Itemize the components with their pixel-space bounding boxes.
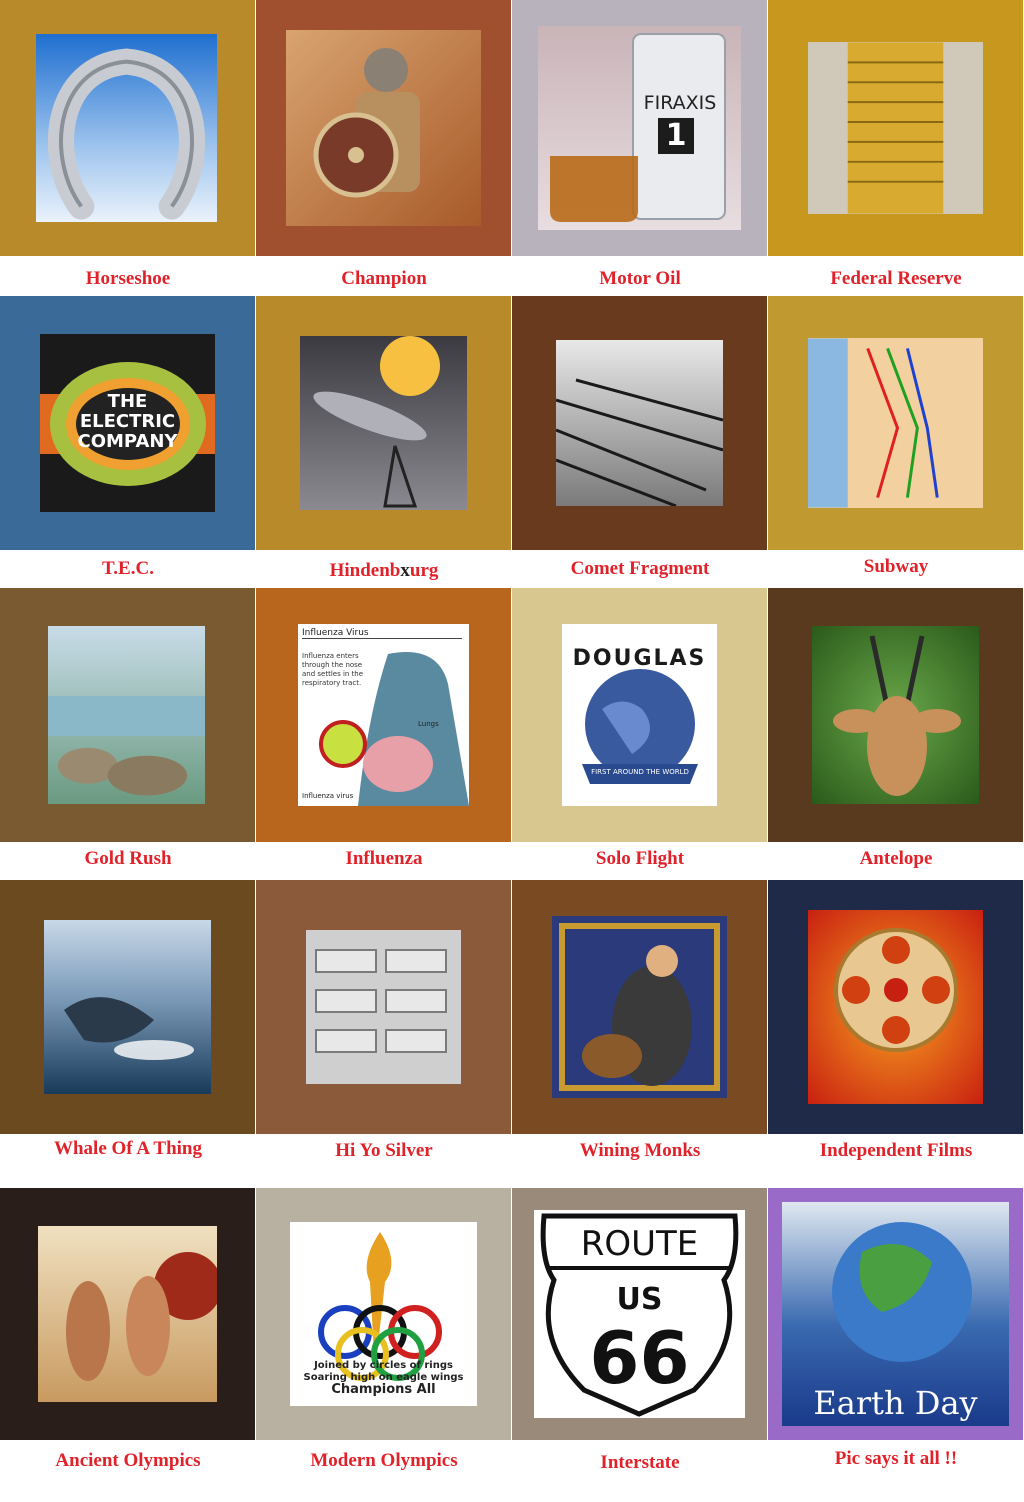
caption: Interstate — [600, 1452, 680, 1473]
bottle-number: 1 — [658, 118, 694, 154]
picture-frame — [0, 0, 255, 256]
caption: Subway — [863, 556, 929, 577]
caption: Antelope — [859, 848, 933, 869]
caption: Champion — [341, 268, 427, 289]
picture-frame — [768, 296, 1023, 550]
warrior-image — [286, 30, 481, 226]
picture-frame: FIRAXIS 1 — [512, 0, 767, 256]
sign-us: US — [616, 1282, 663, 1317]
caption: Whale Of A Thing — [53, 1138, 202, 1159]
poem-text: Joined by circles of rings Soaring high … — [303, 1360, 464, 1397]
caption: Ancient Olympics — [55, 1450, 201, 1471]
caption: Motor Oil — [599, 268, 681, 289]
caption: T.E.C. — [102, 558, 154, 579]
caption: Federal Reserve — [830, 268, 962, 289]
picture-frame — [512, 296, 767, 550]
picture-frame — [256, 0, 511, 256]
sign-number: 66 — [589, 1316, 690, 1400]
caption: Modern Olympics — [310, 1450, 458, 1471]
picture-grid: Horseshoe Champion FIRAXIS 1 Motor Oil F… — [0, 0, 1024, 1502]
picture-frame — [0, 1188, 255, 1440]
airship-fire-image — [300, 336, 467, 510]
picture-frame: THE ELECTRIC COMPANY — [0, 296, 255, 550]
label-virus: Influenza virus — [302, 792, 354, 800]
monk-image — [552, 916, 727, 1098]
antelope-image — [812, 626, 979, 804]
picture-frame: DOUGLAS FIRST AROUND THE WORLD — [512, 588, 767, 842]
sign-route: ROUTE — [580, 1224, 699, 1264]
gold-panning-image — [48, 626, 205, 804]
caption: Horseshoe — [85, 268, 171, 289]
caption: Gold Rush — [84, 848, 172, 869]
picture-frame — [256, 880, 511, 1134]
subway-map-image — [808, 338, 983, 508]
horseshoe-image — [36, 34, 217, 222]
silver-bars-image — [306, 930, 461, 1084]
earth-day-text: Earth Day — [813, 1384, 978, 1422]
picture-frame: Earth Day — [768, 1188, 1023, 1440]
caption: Hi Yo Silver — [335, 1140, 433, 1161]
fallen-trees-image — [556, 340, 723, 506]
olympic-rings-image: Joined by circles of rings Soaring high … — [290, 1222, 477, 1406]
picture-frame: Influenza Virus Influenza enters through… — [256, 588, 511, 842]
picture-frame — [768, 588, 1023, 842]
picture-frame — [512, 880, 767, 1134]
picture-frame — [0, 880, 255, 1134]
earth-day-image: Earth Day — [782, 1202, 1009, 1426]
greek-runners-image — [38, 1226, 217, 1402]
caption: Independent Films — [819, 1140, 973, 1161]
whale-image — [44, 920, 211, 1094]
caption: Influenza — [345, 848, 423, 869]
caption: Hindenbxurg — [329, 560, 439, 581]
picture-frame — [256, 296, 511, 550]
gold-vault-image — [808, 42, 983, 214]
caption: Comet Fragment — [570, 558, 710, 579]
film-reel-image — [808, 910, 983, 1104]
douglas-logo: DOUGLAS FIRST AROUND THE WORLD — [562, 624, 717, 806]
picture-frame: Joined by circles of rings Soaring high … — [256, 1188, 511, 1440]
label-lungs: Lungs — [418, 720, 439, 728]
logo-text: DOUGLAS — [572, 646, 707, 671]
caption: Wining Monks — [579, 1140, 701, 1161]
logo-text: THE ELECTRIC COMPANY — [77, 391, 178, 452]
influenza-diagram: Influenza Virus Influenza enters through… — [298, 624, 469, 806]
logo-subtext: FIRST AROUND THE WORLD — [591, 768, 689, 776]
caption: Solo Flight — [595, 848, 685, 869]
route-66-sign: ROUTE US 66 — [534, 1210, 745, 1418]
picture-frame: ROUTE US 66 — [512, 1188, 767, 1440]
oil-bottle-image: FIRAXIS 1 — [538, 26, 741, 230]
bottle-brand: FIRAXIS — [643, 92, 717, 114]
electric-company-logo: THE ELECTRIC COMPANY — [40, 334, 215, 512]
picture-frame — [768, 0, 1023, 256]
caption: Pic says it all !! — [834, 1448, 958, 1469]
picture-frame — [0, 588, 255, 842]
picture-frame — [768, 880, 1023, 1134]
